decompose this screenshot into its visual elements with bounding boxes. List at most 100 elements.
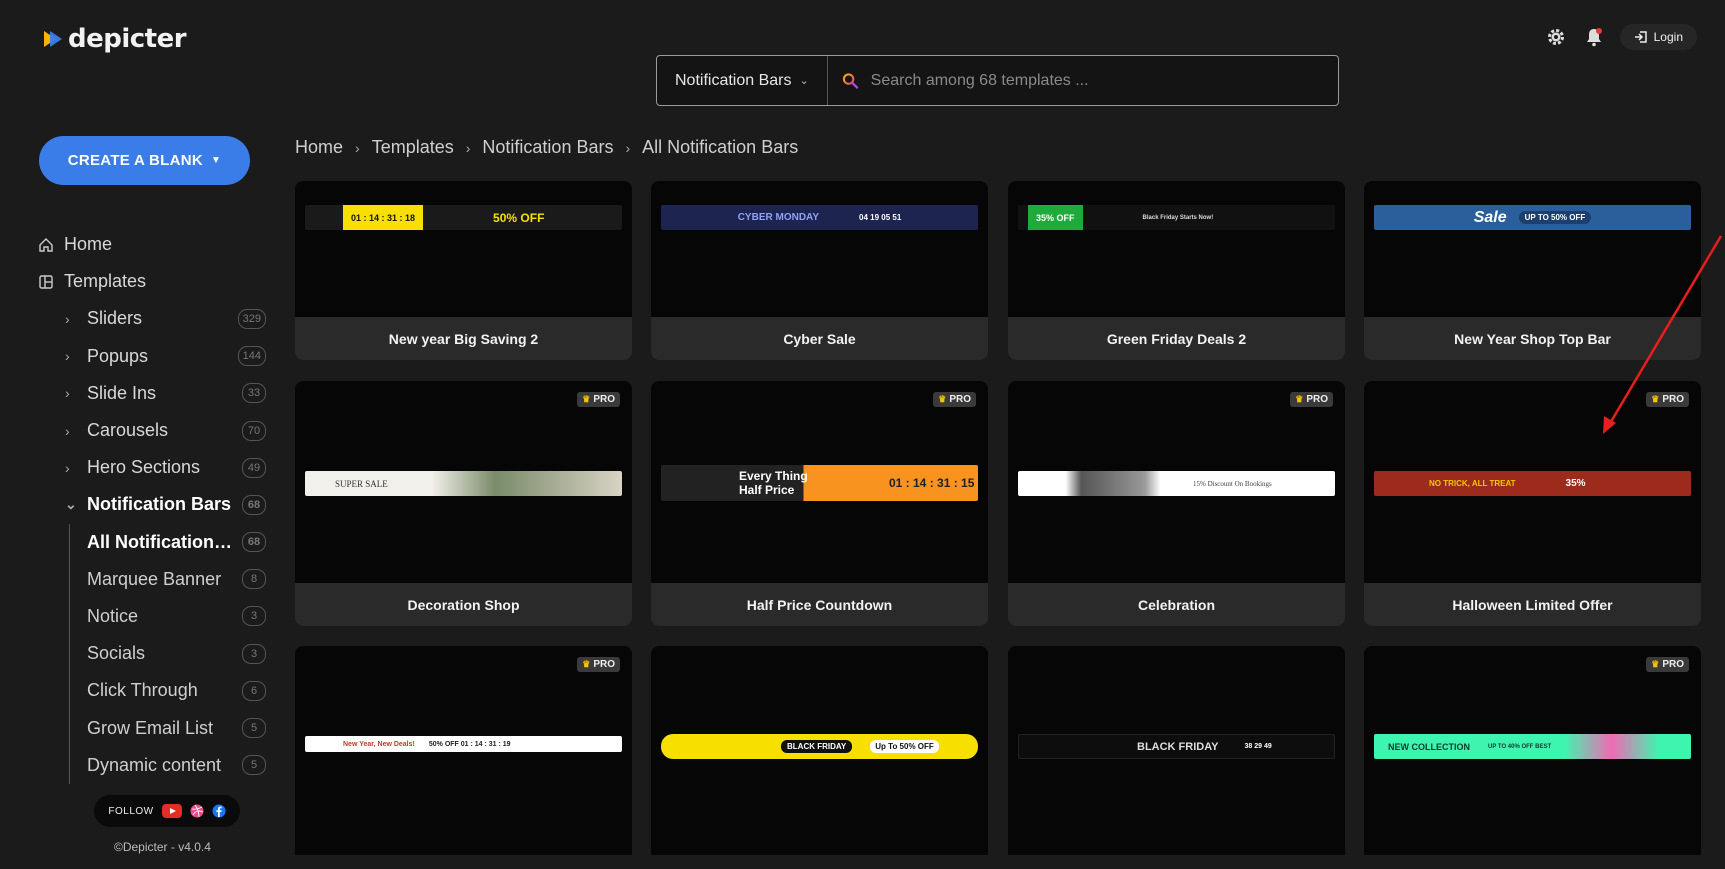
crown-icon: ♛ xyxy=(1651,394,1660,404)
sidebar-item-sliders[interactable]: › Sliders 329 xyxy=(38,300,266,337)
count-badge: 8 xyxy=(242,569,266,590)
sidebar-item-label: Grow Email List xyxy=(87,717,214,738)
pro-label: PRO xyxy=(593,659,615,670)
banner-text: Sale xyxy=(1473,208,1507,226)
breadcrumb-current: All Notification Bars xyxy=(642,137,799,157)
template-preview: Sale UP TO 50% OFF xyxy=(1364,181,1701,317)
sidebar-item-label: Sliders xyxy=(87,308,143,329)
sidebar-item-carousels[interactable]: › Carousels 70 xyxy=(38,412,266,449)
count-badge: 144 xyxy=(237,346,266,367)
crown-icon: ♛ xyxy=(582,394,591,404)
category-select-value: Notification Bars xyxy=(675,71,792,89)
template-title: Decoration Shop xyxy=(295,583,632,626)
template-card[interactable]: ♛ PRO SUPER SALE Decoration Shop xyxy=(295,381,632,626)
count-badge: 33 xyxy=(242,383,266,404)
create-blank-label: CREATE A BLANK xyxy=(67,152,204,169)
create-blank-button[interactable]: CREATE A BLANK ▼ xyxy=(39,136,250,185)
youtube-icon[interactable] xyxy=(161,804,182,818)
banner-extra: Up To 50% OFF xyxy=(870,740,939,753)
breadcrumb-notification-bars[interactable]: Notification Bars xyxy=(482,137,613,158)
chevron-right-icon: › xyxy=(625,139,631,156)
sidebar-item-label: Templates xyxy=(64,271,147,292)
sidebar-item-notification-bars[interactable]: ⌄ Notification Bars 68 xyxy=(38,486,266,523)
breadcrumb-home[interactable]: Home xyxy=(295,137,343,158)
search-input[interactable] xyxy=(870,71,1338,90)
notification-bar-preview: New Year, New Deals! 50% OFF 01 : 14 : 3… xyxy=(305,736,622,752)
count-badge: 329 xyxy=(237,308,266,329)
home-icon xyxy=(38,237,56,253)
login-button[interactable]: Login xyxy=(1619,24,1697,50)
pro-label: PRO xyxy=(1306,394,1328,405)
template-card[interactable]: ♛ PRO Every Thing Half Price 01 : 14 : 31… xyxy=(651,381,988,626)
banner-text: Every Thing Half Price xyxy=(739,469,808,497)
banner-text: 01 : 14 : 31 : 18 xyxy=(343,205,424,230)
pro-badge: ♛ PRO xyxy=(577,657,620,672)
count-badge: 3 xyxy=(242,643,266,664)
template-preview: 01 : 14 : 31 : 18 50% OFF xyxy=(295,181,632,317)
sidebar-item-slide-ins[interactable]: › Slide Ins 33 xyxy=(38,375,266,412)
count-badge: 3 xyxy=(242,606,266,627)
sidebar-item-label: Socials xyxy=(87,643,146,664)
template-title: New year Big Saving 2 xyxy=(295,317,632,360)
gear-icon[interactable] xyxy=(1544,25,1568,49)
banner-extra: Black Friday Starts Now! xyxy=(1142,214,1214,221)
dribbble-icon[interactable] xyxy=(190,804,204,818)
notification-bar-preview: NO TRICK, ALL TREAT 35% xyxy=(1374,471,1691,496)
count-badge: 68 xyxy=(242,494,266,515)
sidebar-item-hero-sections[interactable]: › Hero Sections 49 xyxy=(38,449,266,486)
sidebar-item-socials[interactable]: Socials 3 xyxy=(70,635,266,672)
sidebar-item-dynamic-content[interactable]: Dynamic content 5 xyxy=(70,747,266,784)
template-card[interactable]: 35% OFF Black Friday Starts Now! Green F… xyxy=(1008,181,1345,360)
sidebar-item-label: Notification Bars xyxy=(87,494,232,515)
notification-bar-preview: 35% OFF Black Friday Starts Now! xyxy=(1018,205,1335,230)
count-badge: 5 xyxy=(242,718,266,739)
banner-text: CYBER MONDAY xyxy=(737,212,820,223)
banner-extra: UP TO 50% OFF xyxy=(1518,211,1592,224)
pro-label: PRO xyxy=(949,394,971,405)
template-title: Halloween Limited Offer xyxy=(1364,583,1701,626)
template-card[interactable]: BLACK FRIDAY 38 29 49 xyxy=(1008,646,1345,855)
facebook-icon[interactable] xyxy=(212,804,226,818)
sidebar-item-notice[interactable]: Notice 3 xyxy=(70,598,266,635)
crown-icon: ♛ xyxy=(582,659,591,669)
sidebar-item-label: Popups xyxy=(87,345,149,366)
template-card[interactable]: BLACK FRIDAY Up To 50% OFF xyxy=(651,646,988,855)
category-select[interactable]: Notification Bars ⌄ xyxy=(657,56,828,105)
template-card[interactable]: Sale UP TO 50% OFF New Year Shop Top Bar xyxy=(1364,181,1701,360)
sidebar-item-label: All Notification Bars xyxy=(87,531,232,552)
sidebar-item-all-notification-bars[interactable]: All Notification Bars 68 xyxy=(70,524,266,561)
sidebar-item-click-through[interactable]: Click Through 6 xyxy=(70,672,266,709)
template-preview: ♛ PRO Every Thing Half Price 01 : 14 : 31… xyxy=(651,381,988,583)
sidebar-item-popups[interactable]: › Popups 144 xyxy=(38,338,266,375)
notification-bell-icon[interactable] xyxy=(1582,25,1606,49)
chevron-down-icon: ⌄ xyxy=(799,75,809,87)
template-card[interactable]: ♛ PRO New Year, New Deals! 50% OFF 01 : 1… xyxy=(295,646,632,855)
template-card[interactable]: ♛ PRO NO TRICK, ALL TREAT 35% Halloween L… xyxy=(1364,381,1701,626)
count-badge: 68 xyxy=(242,532,266,553)
template-card[interactable]: 01 : 14 : 31 : 18 50% OFF New year Big S… xyxy=(295,181,632,360)
pro-label: PRO xyxy=(1662,394,1684,405)
notification-bar-preview: BLACK FRIDAY Up To 50% OFF xyxy=(661,734,978,759)
sidebar-item-marquee-banner[interactable]: Marquee Banner 8 xyxy=(70,561,266,598)
banner-text: 35% OFF xyxy=(1028,205,1083,230)
sidebar-item-label: Slide Ins xyxy=(87,382,157,403)
template-preview: ♛ PRO 15% Discount On Bookings xyxy=(1008,381,1345,583)
count-badge: 6 xyxy=(242,680,266,701)
brand-logo[interactable]: depicter xyxy=(42,24,187,54)
sidebar-item-label: Carousels xyxy=(87,420,169,441)
breadcrumb-templates[interactable]: Templates xyxy=(372,137,454,158)
banner-extra: 38 29 49 xyxy=(1244,743,1272,750)
count-badge: 5 xyxy=(242,755,266,776)
template-preview: BLACK FRIDAY Up To 50% OFF xyxy=(651,646,988,848)
template-card[interactable]: CYBER MONDAY 04 19 05 51 Cyber Sale xyxy=(651,181,988,360)
chevron-down-icon: ⌄ xyxy=(65,496,77,513)
search-bar: Notification Bars ⌄ xyxy=(656,55,1339,106)
template-card[interactable]: ♛ PRO NEW COLLECTION UP TO 40% OFF BEST xyxy=(1364,646,1701,855)
sidebar-item-home[interactable]: Home xyxy=(38,226,266,263)
sidebar-item-grow-email-list[interactable]: Grow Email List 5 xyxy=(70,709,266,746)
caret-down-icon: ▼ xyxy=(211,155,222,166)
template-card[interactable]: ♛ PRO 15% Discount On Bookings Celebratio… xyxy=(1008,381,1345,626)
sidebar-item-templates[interactable]: Templates xyxy=(38,263,266,300)
banner-extra: 50% OFF xyxy=(493,210,545,225)
banner-text: BLACK FRIDAY xyxy=(781,740,853,753)
